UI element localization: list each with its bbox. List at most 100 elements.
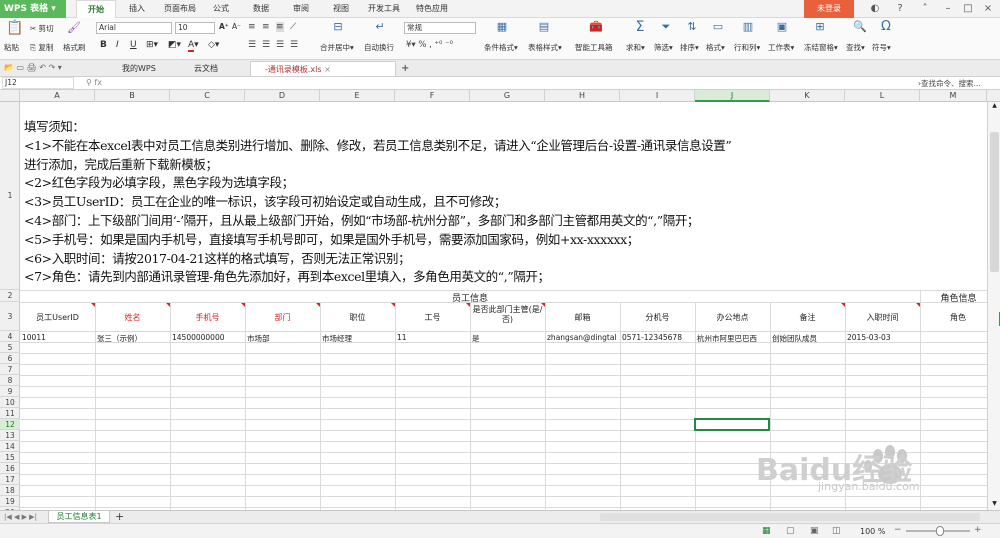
bold-icon[interactable]: B <box>100 40 107 50</box>
header-is-manager[interactable]: 是否此部门主管(是/否) <box>472 305 543 325</box>
format-button[interactable]: 格式▾ <box>706 42 725 53</box>
cell-position[interactable]: 市场经理 <box>322 333 394 344</box>
menu-tab-insert[interactable]: 插入 <box>122 0 152 18</box>
header-position[interactable]: 职位 <box>320 312 395 323</box>
function-icons[interactable]: ⚲ fx <box>86 78 102 87</box>
header-extension[interactable]: 分机号 <box>620 312 695 323</box>
smart-toolbox-button[interactable]: 智能工具箱 <box>575 42 613 53</box>
sort-button[interactable]: 排序▾ <box>680 42 699 53</box>
row-header-13[interactable]: 13 <box>0 430 20 441</box>
header-userid[interactable]: 员工UserID <box>20 312 95 323</box>
scroll-up-icon[interactable]: ▲ <box>990 102 999 110</box>
vertical-scrollbar[interactable]: ▲ ▼ <box>987 102 1000 510</box>
row-header-3[interactable]: 3 <box>0 302 20 331</box>
spreadsheet-grid[interactable]: 填写须知： <1>不能在本excel表中对员工信息类别进行增加、删除、修改，若员… <box>20 102 996 510</box>
column-header-g[interactable]: G <box>470 90 545 102</box>
cell-mobile[interactable]: 14500000000 <box>172 333 244 342</box>
scroll-down-icon[interactable]: ▼ <box>990 500 999 508</box>
header-mobile[interactable]: 手机号 <box>170 312 245 323</box>
comment-marker[interactable] <box>466 303 470 307</box>
grow-font-icon[interactable]: A⁺ <box>219 22 229 31</box>
fill-color-icon[interactable]: ◩▾ <box>168 40 181 50</box>
font-name-select[interactable]: Arial <box>96 22 172 34</box>
sum-button[interactable]: 求和▾ <box>626 42 645 53</box>
filter-button[interactable]: 筛选▾ <box>654 42 673 53</box>
header-email[interactable]: 邮箱 <box>545 312 620 323</box>
column-header-a[interactable]: A <box>20 90 95 102</box>
menu-tab-features[interactable]: 特色应用 <box>410 0 454 18</box>
row-header-5[interactable]: 5 <box>0 342 20 353</box>
row-header-16[interactable]: 16 <box>0 463 20 474</box>
row-header-7[interactable]: 7 <box>0 364 20 375</box>
zoom-out-icon[interactable]: − <box>894 525 902 535</box>
menu-tab-view[interactable]: 视图 <box>326 0 356 18</box>
sheet-tab-active[interactable]: 员工信息表1 <box>48 511 110 523</box>
symbol-button[interactable]: 符号▾ <box>872 42 891 53</box>
zoom-in-icon[interactable]: + <box>974 525 982 535</box>
row-header-17[interactable]: 17 <box>0 474 20 485</box>
column-header-h[interactable]: H <box>545 90 620 102</box>
cell-remark[interactable]: 创始团队成员 <box>772 333 844 344</box>
row-header-1[interactable]: 1 <box>0 102 20 290</box>
name-box[interactable]: J12 <box>2 77 74 89</box>
group-header-role-info[interactable]: 角色信息 <box>921 291 996 304</box>
header-remark[interactable]: 备注 <box>770 312 845 323</box>
menu-tab-formula[interactable]: 公式 <box>206 0 236 18</box>
cell-userid[interactable]: 10011 <box>22 333 94 342</box>
column-header-e[interactable]: E <box>320 90 395 102</box>
header-office[interactable]: 办公地点 <box>695 312 770 323</box>
column-header-k[interactable]: K <box>770 90 845 102</box>
cell-extension[interactable]: 0571-12345678 <box>622 333 694 342</box>
select-all-corner[interactable] <box>0 90 20 102</box>
column-header-j[interactable]: J <box>695 90 770 102</box>
number-format-select[interactable]: 常规 <box>404 22 476 34</box>
comment-marker[interactable] <box>841 303 845 307</box>
close-tab-icon[interactable]: × <box>324 65 331 74</box>
doc-tab-my-wps[interactable]: 我的WPS <box>108 61 174 76</box>
column-header-f[interactable]: F <box>395 90 470 102</box>
cell-is-manager[interactable]: 是 <box>472 333 544 344</box>
align-center-icon[interactable]: ☰ <box>262 40 270 50</box>
justify-icon[interactable]: ☰ <box>290 40 298 50</box>
worksheet-button[interactable]: 工作表▾ <box>768 42 794 53</box>
scroll-thumb[interactable] <box>990 132 999 272</box>
table-style-button[interactable]: 表格样式▾ <box>528 42 562 53</box>
merge-center-button[interactable]: 合并居中▾ <box>320 42 354 53</box>
cell-department[interactable]: 市场部 <box>247 333 319 344</box>
conditional-format-button[interactable]: 条件格式▾ <box>484 42 518 53</box>
align-middle-icon[interactable]: ≡ <box>262 22 270 32</box>
new-tab-button[interactable]: + <box>399 61 413 76</box>
find-button[interactable]: 查找▾ <box>846 42 865 53</box>
row-header-10[interactable]: 10 <box>0 397 20 408</box>
row-header-18[interactable]: 18 <box>0 485 20 496</box>
skin-icon[interactable]: ◐ <box>865 0 885 18</box>
row-header-11[interactable]: 11 <box>0 408 20 419</box>
help-icon[interactable]: ? <box>890 0 910 18</box>
row-header-2[interactable]: 2 <box>0 290 20 302</box>
menu-tab-data[interactable]: 数据 <box>246 0 276 18</box>
collapse-icon[interactable]: ˄ <box>915 0 935 18</box>
close-icon[interactable]: × <box>978 0 998 18</box>
freeze-panes-button[interactable]: 冻结窗格▾ <box>804 42 838 53</box>
cell-office[interactable]: 杭州市阿里巴巴西 <box>697 333 769 344</box>
font-size-select[interactable]: 10 <box>175 22 215 34</box>
menu-tab-developer[interactable]: 开发工具 <box>362 0 406 18</box>
doc-tab-cloud[interactable]: 云文档 <box>180 61 246 76</box>
header-department[interactable]: 部门 <box>245 312 320 323</box>
cell-hire-date[interactable]: 2015-03-03 <box>847 333 919 342</box>
orientation-icon[interactable]: ⟋ <box>290 22 296 32</box>
active-cell-selection[interactable] <box>694 418 770 431</box>
cell-email[interactable]: zhangsan@dingtal <box>547 333 619 342</box>
rows-cols-button[interactable]: 行和列▾ <box>734 42 760 53</box>
app-menu-button[interactable]: WPS 表格 ▾ <box>0 0 66 18</box>
clear-format-icon[interactable]: ◇▾ <box>208 40 219 50</box>
row-header-14[interactable]: 14 <box>0 441 20 452</box>
quick-access-icons[interactable]: 📂 ▭ 🖨 ↶ ↷ ▾ <box>4 63 62 72</box>
login-button[interactable]: 未登录 <box>804 0 854 18</box>
comment-marker[interactable] <box>166 303 170 307</box>
comment-marker[interactable] <box>541 303 545 307</box>
row-header-12[interactable]: 12 <box>0 419 20 430</box>
paste-button[interactable]: 粘贴 <box>4 42 19 53</box>
horizontal-scrollbar[interactable] <box>600 513 980 521</box>
doc-tab-active[interactable]: -通讯录模板.xls × <box>250 61 396 76</box>
